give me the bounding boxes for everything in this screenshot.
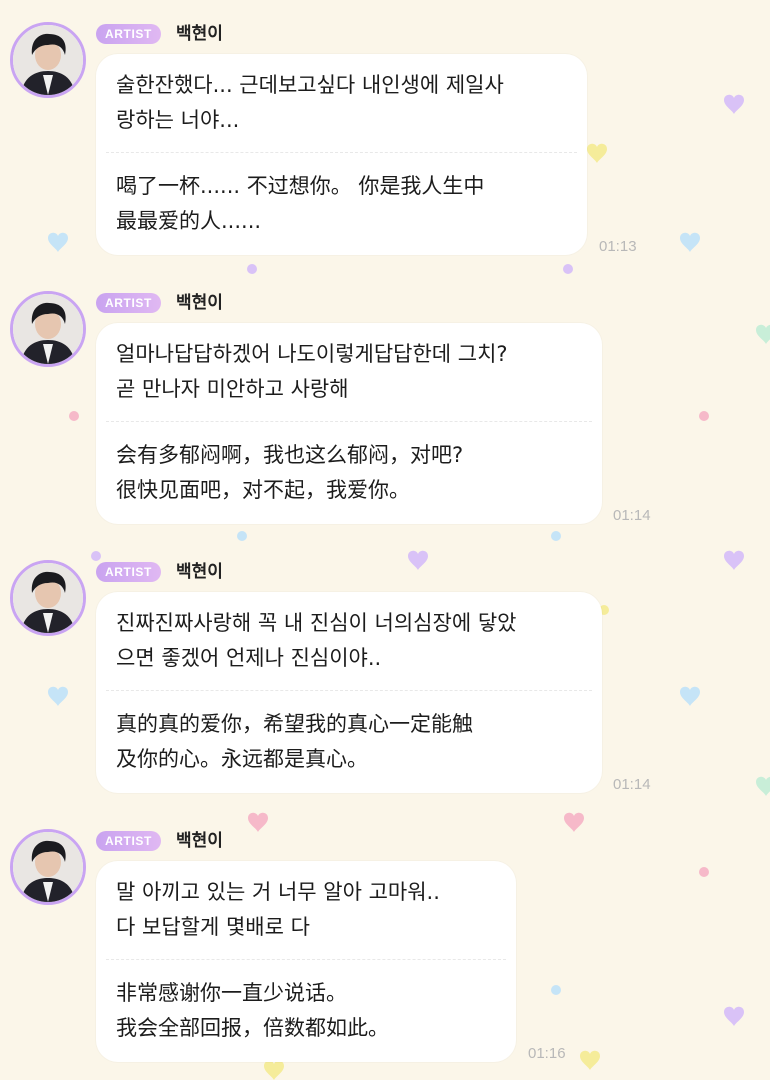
message-text-chinese: 喝了一杯...... 不过想你。 你是我人生中 最最爱的人......: [116, 174, 485, 233]
heart-icon: [408, 550, 428, 570]
avatar[interactable]: [10, 291, 86, 367]
heart-icon: [756, 324, 770, 344]
sender-name: 백현이: [176, 831, 223, 851]
avatar[interactable]: [10, 560, 86, 636]
message-text-korean: 얼마나답답하겠어 나도이렇게답답한데 그치? 곧 만나자 미안하고 사랑해: [116, 342, 508, 401]
heart-icon: [680, 232, 700, 252]
sender-name: 백현이: [176, 293, 223, 313]
message-time: 01:16: [528, 1045, 566, 1062]
message-text-chinese: 非常感谢你一直少说话。 我会全部回报，倍数都如此。: [116, 981, 389, 1040]
message-time: 01:14: [613, 776, 651, 793]
heart-icon: [248, 812, 268, 832]
heart-icon: [756, 776, 770, 796]
heart-icon: [48, 686, 68, 706]
message-bubble[interactable]: 진짜진짜사랑해 꼭 내 진심이 너의심장에 닿았 으면 좋겠어 언제나 진심이야…: [96, 592, 602, 793]
heart-icon: [264, 1060, 284, 1080]
message-bubble[interactable]: 술한잔했다... 근데보고싶다 내인생에 제일사 랑하는 너야... 喝了一杯.…: [96, 54, 587, 255]
artist-badge: ARTIST: [96, 562, 161, 582]
heart-icon: [587, 143, 607, 163]
sender-name: 백현이: [176, 562, 223, 582]
artist-badge: ARTIST: [96, 831, 161, 851]
artist-badge: ARTIST: [96, 24, 161, 44]
heart-icon: [724, 550, 744, 570]
heart-icon: [724, 94, 744, 114]
message-time: 01:13: [599, 238, 637, 255]
message-bubble[interactable]: 말 아끼고 있는 거 너무 알아 고마워.. 다 보답할게 몇배로 다 非常感谢…: [96, 861, 516, 1062]
avatar[interactable]: [10, 22, 86, 98]
message-text-korean: 진짜진짜사랑해 꼭 내 진심이 너의심장에 닿았 으면 좋겠어 언제나 진심이야…: [116, 611, 517, 670]
avatar[interactable]: [10, 829, 86, 905]
heart-icon: [564, 812, 584, 832]
sender-name: 백현이: [176, 24, 223, 44]
message-time: 01:14: [613, 507, 651, 524]
heart-icon: [580, 1050, 600, 1070]
message-text-chinese: 会有多郁闷啊，我也这么郁闷，对吧? 很快见面吧，对不起，我爱你。: [116, 443, 464, 502]
message-text-korean: 말 아끼고 있는 거 너무 알아 고마워.. 다 보답할게 몇배로 다: [116, 880, 440, 939]
message-text-chinese: 真的真的爱你，希望我的真心一定能触 及你的心。永远都是真心。: [116, 712, 473, 771]
artist-badge: ARTIST: [96, 293, 161, 313]
message-text-korean: 술한잔했다... 근데보고싶다 내인생에 제일사 랑하는 너야...: [116, 73, 504, 132]
heart-icon: [48, 232, 68, 252]
heart-icon: [724, 1006, 744, 1026]
heart-icon: [680, 686, 700, 706]
message-bubble[interactable]: 얼마나답답하겠어 나도이렇게답답한데 그치? 곧 만나자 미안하고 사랑해 会有…: [96, 323, 602, 524]
